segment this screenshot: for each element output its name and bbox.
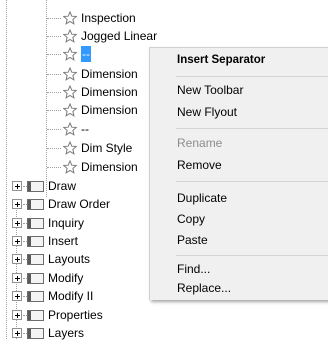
toolbar-icon — [27, 254, 44, 265]
toolbar-icon — [27, 199, 44, 210]
expand-toggle[interactable] — [12, 273, 22, 283]
tree-item-command[interactable]: Dimension — [0, 84, 150, 100]
menu-separator — [176, 255, 328, 256]
tree-item-command[interactable]: Dimension — [0, 102, 150, 118]
menu-item-replace[interactable]: Replace... — [177, 278, 231, 298]
menu-item-remove[interactable]: Remove — [177, 155, 222, 175]
star-icon — [63, 160, 77, 174]
expand-toggle[interactable] — [12, 218, 22, 228]
command-label: Dimension — [81, 160, 138, 174]
toolbar-label: Modify II — [48, 289, 94, 303]
expand-toggle[interactable] — [12, 236, 22, 246]
tree-line — [47, 167, 61, 168]
tree-item-separator[interactable]: -- — [0, 121, 150, 137]
tree-line — [47, 18, 61, 19]
menu-item-new-toolbar[interactable]: New Toolbar — [177, 80, 243, 100]
star-icon — [63, 29, 77, 43]
toolbar-icon — [27, 291, 44, 302]
star-icon — [63, 103, 77, 117]
toolbar-label: Properties — [48, 308, 103, 322]
menu-item-paste[interactable]: Paste — [177, 230, 208, 250]
tree-line — [47, 148, 61, 149]
command-label: Dimension — [81, 85, 138, 99]
command-label: Jogged Linear — [81, 29, 158, 43]
tree-line — [47, 54, 61, 55]
tree-line — [47, 74, 61, 75]
tree-item-command[interactable]: Dimension — [0, 66, 150, 82]
toolbar-label: Layouts — [48, 252, 91, 266]
toolbar-icon — [27, 273, 44, 284]
toolbar-label: Draw Order — [48, 197, 111, 211]
toolbar-label: Draw — [48, 179, 77, 193]
menu-item-insert-separator[interactable]: Insert Separator — [177, 50, 265, 70]
expand-toggle[interactable] — [12, 328, 22, 338]
menu-item-duplicate[interactable]: Duplicate — [177, 188, 227, 208]
command-label: Dim Style — [81, 141, 133, 155]
command-label: -- — [81, 46, 91, 62]
star-icon — [63, 122, 77, 136]
command-label: Dimension — [81, 67, 138, 81]
menu-item-copy[interactable]: Copy — [177, 209, 205, 229]
toolbar-icon — [27, 181, 44, 192]
tree-item-command[interactable]: Inspection — [0, 10, 150, 26]
menu-separator — [176, 76, 328, 77]
toolbar-label: Modify — [48, 271, 84, 285]
context-menu: Insert Separator New Toolbar New Flyout … — [149, 47, 328, 300]
toolbar-icon — [27, 328, 44, 339]
menu-item-rename: Rename — [177, 136, 223, 150]
toolbar-icon — [27, 218, 44, 229]
tree-line — [47, 129, 61, 130]
star-icon — [63, 67, 77, 81]
tree-item-toolbar[interactable]: Properties — [0, 307, 150, 323]
tree-line — [47, 36, 61, 37]
command-label: Dimension — [81, 103, 138, 117]
tree-line — [47, 110, 61, 111]
toolbar-label: Inquiry — [48, 216, 85, 230]
star-icon — [63, 11, 77, 25]
toolbar-icon — [27, 310, 44, 321]
tree-item-toolbar[interactable]: Inquiry — [0, 215, 150, 231]
menu-item-find[interactable]: Find... — [177, 259, 210, 279]
menu-separator — [176, 181, 328, 182]
tree-item-command[interactable]: Dimension — [0, 159, 150, 175]
expand-toggle[interactable] — [12, 310, 22, 320]
expand-toggle[interactable] — [12, 291, 22, 301]
tree-line — [47, 92, 61, 93]
tree-item-toolbar[interactable]: Insert — [0, 233, 150, 249]
tree-item-toolbar[interactable]: Modify II — [0, 288, 150, 304]
expand-toggle[interactable] — [12, 254, 22, 264]
tree-item-toolbar[interactable]: Modify — [0, 270, 150, 286]
tree-item-separator-selected[interactable]: -- — [0, 46, 150, 62]
toolbar-label: Insert — [48, 234, 79, 248]
tree-item-command[interactable]: Jogged Linear — [0, 28, 157, 44]
star-icon — [63, 85, 77, 99]
tree-item-toolbar[interactable]: Draw — [0, 178, 150, 194]
command-label: -- — [81, 122, 89, 136]
star-icon — [63, 141, 77, 155]
tree-item-command[interactable]: Dim Style — [0, 140, 150, 156]
tree-item-toolbar[interactable]: Draw Order — [0, 196, 150, 212]
command-label: Inspection — [81, 11, 136, 25]
tree-item-toolbar[interactable]: Layouts — [0, 251, 150, 267]
menu-item-new-flyout[interactable]: New Flyout — [177, 102, 237, 122]
expand-toggle[interactable] — [12, 199, 22, 209]
toolbar-icon — [27, 236, 44, 247]
menu-separator — [176, 128, 328, 129]
expand-toggle[interactable] — [12, 181, 22, 191]
star-icon — [63, 47, 77, 61]
